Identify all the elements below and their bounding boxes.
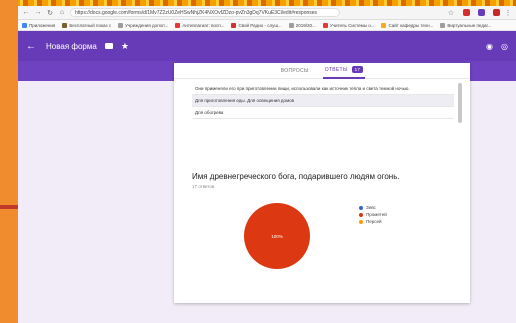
bookmark-label: Бесплатный показ с [69, 22, 112, 28]
answers-list: Они применяли его при приготовлении пищи… [192, 83, 462, 123]
extension-icon[interactable] [493, 9, 500, 16]
home-icon[interactable]: ⌂ [58, 9, 66, 16]
question-title: Имя древнегреческого бога, подарившего л… [192, 172, 400, 181]
bookmark-item[interactable]: Учитель Системы о... [322, 22, 375, 28]
bookmark-favicon-icon [175, 22, 181, 28]
legend-label: Персей [366, 219, 382, 224]
bookmark-label: Виртуальные педаг... [447, 22, 492, 28]
palette-icon[interactable]: ◉ [486, 42, 493, 51]
slide-accent-stripe [0, 205, 18, 209]
bookmark-label: Учреждения допол... [125, 22, 169, 28]
menu-icon[interactable]: ⋮ [504, 9, 512, 17]
legend-dot-icon [359, 212, 363, 217]
responses-count-badge: 17 [351, 66, 364, 73]
tab-questions[interactable]: ВОПРОСЫ [279, 64, 311, 78]
bookmark-favicon-icon [118, 22, 124, 28]
legend-dot-icon [359, 219, 363, 224]
bookmark-favicon-icon [381, 22, 387, 28]
chart-legend: Зевс Прометей Персей [359, 204, 387, 225]
bookmark-label: Учитель Системы о... [329, 22, 375, 28]
answer-row: Для обогрева [192, 107, 454, 119]
legend-label: Прометей [366, 212, 387, 217]
response-count: 17 ответов [192, 184, 215, 189]
back-arrow-icon[interactable]: ← [26, 41, 36, 52]
preview-eye-icon[interactable]: ◎ [501, 42, 508, 51]
bookmarks-bar: Приложения Бесплатный показ с Учреждения д… [18, 20, 516, 31]
form-tabs: ВОПРОСЫ ОТВЕТЫ 17 [174, 63, 470, 79]
slide-left-border [0, 0, 18, 323]
form-title[interactable]: Новая форма [46, 42, 97, 51]
folder-icon[interactable] [104, 43, 113, 49]
legend-item: Персей [359, 218, 387, 225]
forward-nav-icon[interactable]: → [34, 9, 42, 16]
tab-responses[interactable]: ОТВЕТЫ 17 [322, 62, 366, 79]
bookmark-item[interactable]: Антиплагиат: восп... [175, 22, 225, 28]
bookmark-favicon-icon [322, 22, 328, 28]
legend-item: Прометей [359, 211, 387, 218]
bookmark-item[interactable]: Виртуальные педаг... [440, 22, 492, 28]
bookmark-item[interactable]: Учреждения допол... [118, 22, 169, 28]
bookmark-item[interactable]: 2019/20... [288, 22, 316, 28]
answers-scrollbar[interactable] [458, 83, 462, 123]
bookmark-item[interactable]: Сайт кафедры техн... [381, 22, 434, 28]
url-input[interactable]: https://docs.google.com/forms/d/1Mv7Z2zU… [70, 8, 340, 17]
bookmark-label: Антиплагиат: восп... [182, 22, 225, 28]
extension-icon[interactable] [463, 9, 470, 16]
bookmark-favicon-icon [440, 22, 446, 28]
pie-slice-label: 100% [271, 233, 283, 239]
bookmark-item[interactable]: Приложения [22, 22, 56, 28]
bookmark-star-icon[interactable]: ☆ [447, 9, 455, 17]
bookmark-label: Сайт кафедры техн... [388, 22, 434, 28]
bookmark-favicon-icon [288, 22, 294, 28]
legend-label: Зевс [366, 205, 376, 210]
back-nav-icon[interactable]: ← [22, 9, 30, 16]
bookmark-favicon-icon [231, 22, 237, 28]
responses-card: ВОПРОСЫ ОТВЕТЫ 17 Они применяли его при … [174, 63, 470, 303]
bookmark-favicon-icon [62, 22, 68, 28]
legend-item: Зевс [359, 204, 387, 211]
reload-icon[interactable]: ↻ [46, 9, 54, 17]
bookmark-item[interactable]: Свой Радио - слуш... [231, 22, 282, 28]
pie-chart: 100% [244, 203, 310, 269]
bookmark-label: Приложения [29, 22, 56, 28]
address-bar-row: ← → ↻ ⌂ https://docs.google.com/forms/d/… [18, 6, 516, 20]
forms-header: ← Новая форма ★ ◉ ◎ [18, 31, 516, 61]
legend-dot-icon [359, 205, 363, 210]
extension-icon[interactable] [478, 9, 485, 16]
side-toolbar-area [477, 72, 509, 323]
bookmark-favicon-icon [22, 22, 27, 28]
bookmark-label: 2019/20... [295, 22, 316, 28]
answer-row: Для приготовления еды. Для освещения дом… [192, 95, 454, 107]
bookmark-item[interactable]: Бесплатный показ с [62, 22, 112, 28]
browser-window: ← → ↻ ⌂ https://docs.google.com/forms/d/… [18, 6, 516, 323]
bookmark-label: Свой Радио - слуш... [238, 22, 282, 28]
star-icon[interactable]: ★ [121, 41, 129, 52]
answer-row: Они применяли его при приготовлении пищи… [192, 83, 454, 95]
tab-responses-label: ОТВЕТЫ [324, 66, 348, 73]
